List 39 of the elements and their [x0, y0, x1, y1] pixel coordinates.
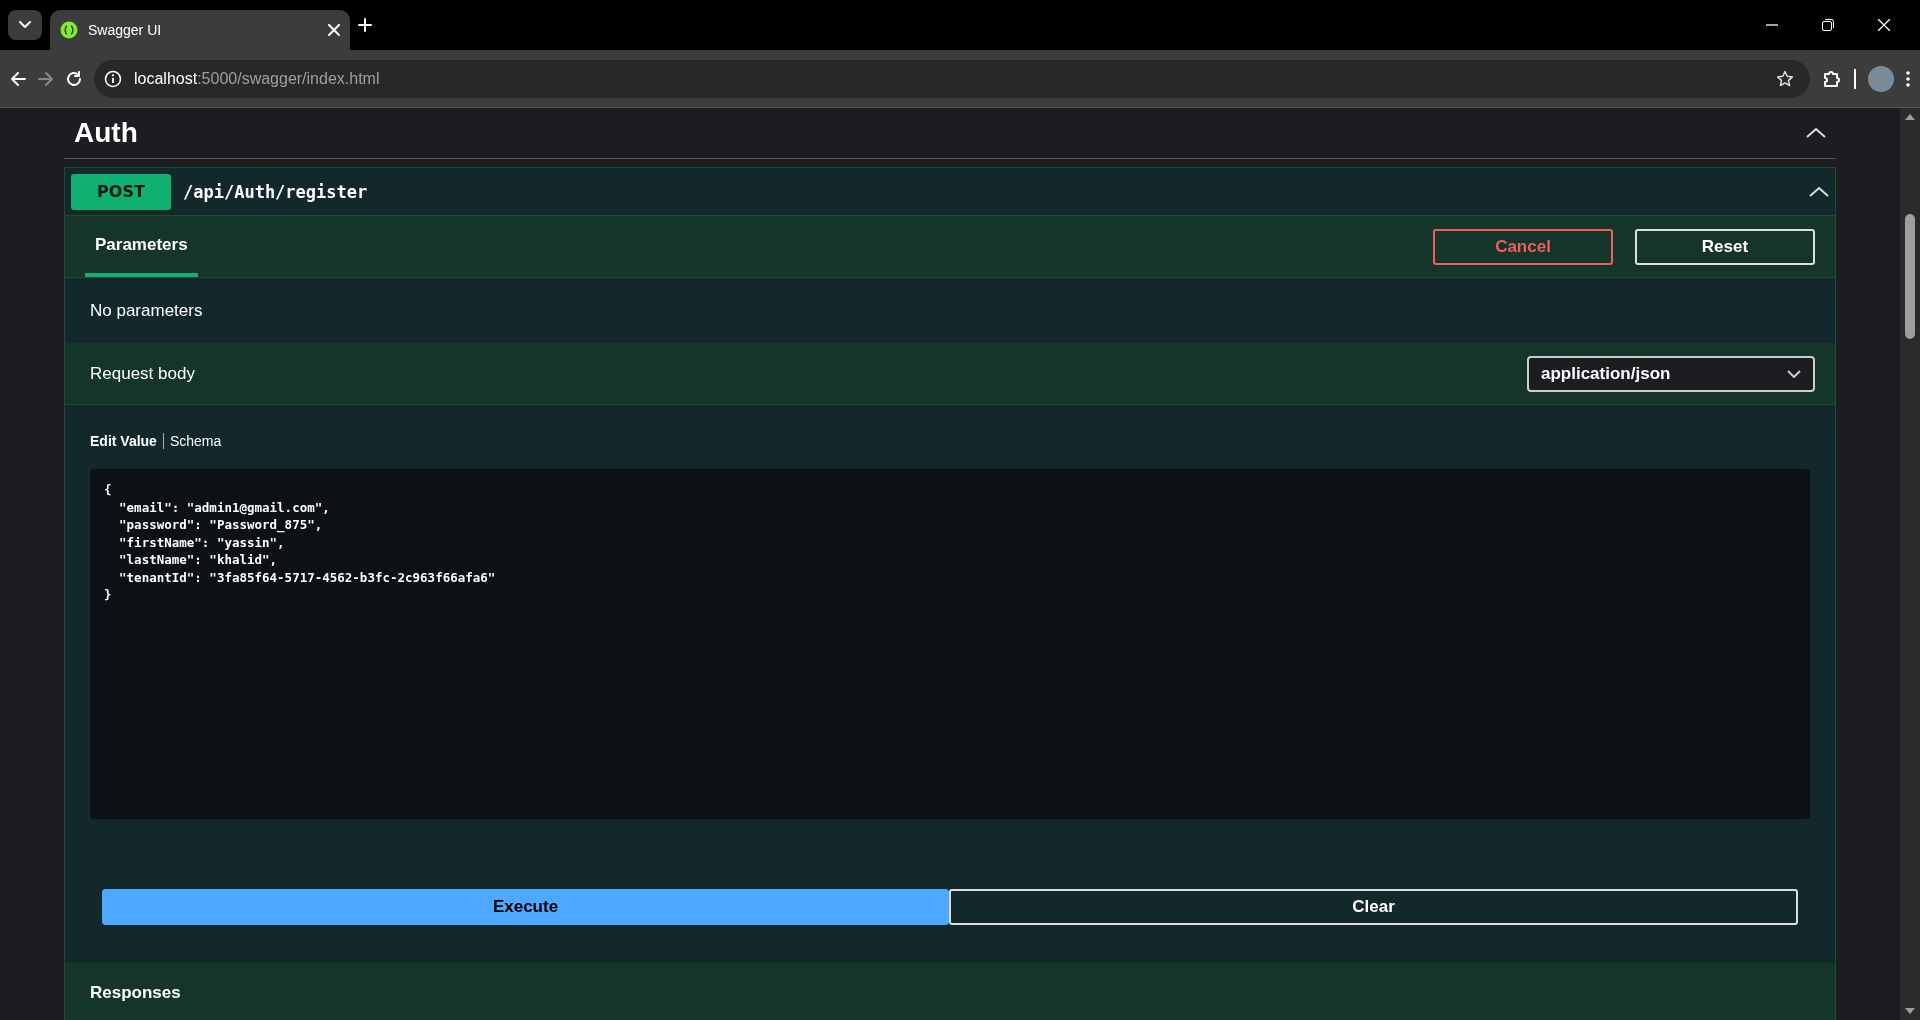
- clear-button[interactable]: Clear: [949, 889, 1798, 925]
- scrollbar[interactable]: [1900, 108, 1920, 1020]
- schema-tab[interactable]: Schema: [163, 433, 228, 449]
- request-body-label: Request body: [89, 363, 195, 384]
- execute-button[interactable]: Execute: [102, 889, 949, 925]
- star-icon[interactable]: [1776, 69, 1794, 88]
- method-badge: POST: [71, 173, 171, 210]
- scrollbar-thumb[interactable]: [1905, 214, 1915, 339]
- responses-heading: Responses: [90, 983, 181, 1003]
- browser-tab[interactable]: Swagger UI: [50, 10, 350, 50]
- content-type-dropdown[interactable]: application/json: [1527, 355, 1815, 392]
- info-icon[interactable]: [104, 69, 122, 88]
- section-title[interactable]: Auth: [74, 117, 138, 149]
- more-menu-icon[interactable]: [1906, 70, 1910, 87]
- request-body-editor[interactable]: { "email": "admin1@gmail.com", "password": "Password_875", "firstName": "yassin", "lastName": "khalid", "tenantId": "3fa85f64-5717-4562-b3fc-2c963f66afa6" }: [90, 469, 1810, 819]
- chevron-down-icon: [1787, 369, 1801, 378]
- forward-arrow-icon: [38, 70, 54, 87]
- restore-icon[interactable]: [1822, 19, 1834, 31]
- scroll-down-icon[interactable]: [1905, 1008, 1915, 1014]
- close-icon[interactable]: [1878, 19, 1890, 31]
- favicon-icon: [60, 21, 78, 39]
- close-icon[interactable]: [328, 24, 340, 36]
- plus-icon[interactable]: [358, 18, 372, 32]
- parameters-tab[interactable]: Parameters: [85, 216, 198, 277]
- no-parameters-text: No parameters: [90, 300, 203, 321]
- tab-title: Swagger UI: [88, 22, 163, 38]
- back-arrow-icon[interactable]: [10, 70, 26, 87]
- scroll-up-icon[interactable]: [1905, 114, 1915, 120]
- cancel-button[interactable]: Cancel: [1433, 228, 1613, 265]
- chevron-down-icon: [19, 21, 31, 29]
- puzzle-icon[interactable]: [1822, 68, 1842, 89]
- tab-search-button[interactable]: [8, 10, 42, 40]
- profile-avatar[interactable]: [1868, 65, 1894, 92]
- url-text: localhost:5000/swagger/index.html: [134, 69, 380, 88]
- address-bar[interactable]: localhost:5000/swagger/index.html: [94, 59, 1810, 98]
- reload-icon[interactable]: [66, 70, 82, 87]
- reset-button[interactable]: Reset: [1635, 228, 1815, 265]
- edit-value-tab[interactable]: Edit Value: [90, 433, 163, 449]
- endpoint-path[interactable]: /api/Auth/register: [183, 181, 1797, 202]
